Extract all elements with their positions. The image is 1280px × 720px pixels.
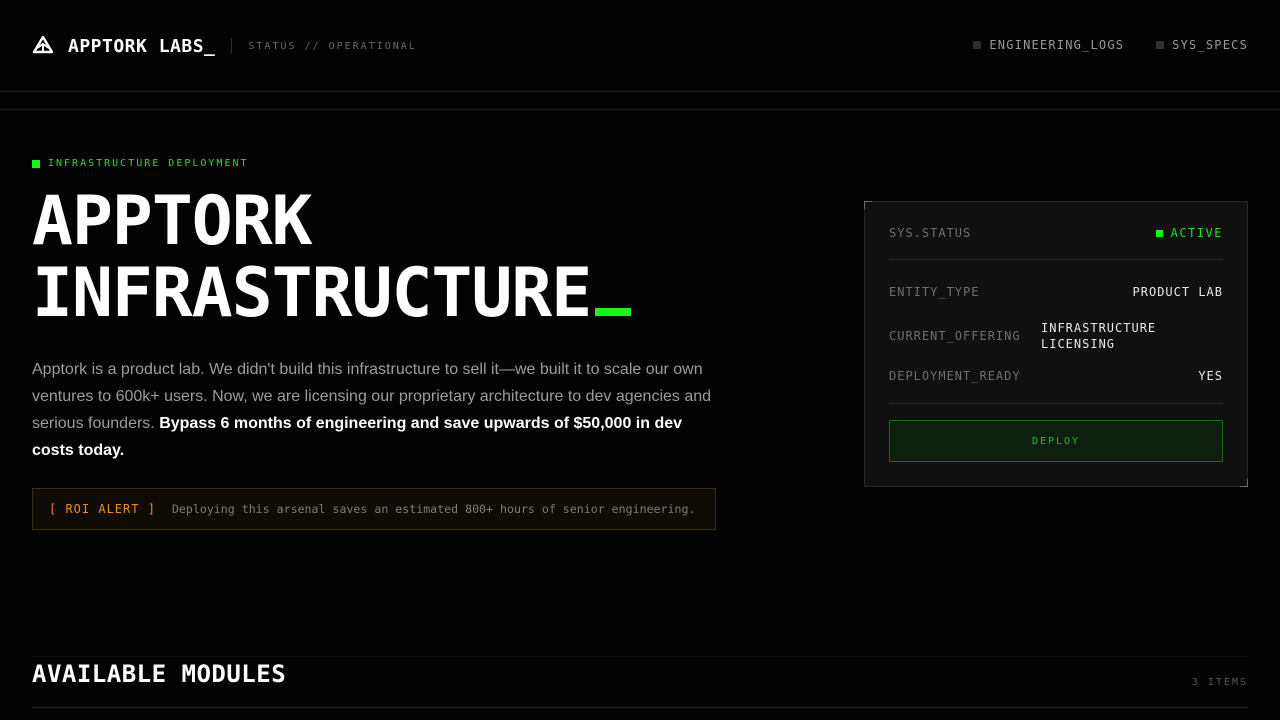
roi-alert: [ ROI ALERT ] Deploying this arsenal sav… (32, 488, 716, 530)
top-nav: APPTORK LABS_ STATUS // OPERATIONAL ENGI… (0, 0, 1280, 92)
row-value: INFRASTRUCTURE LICENSING (1041, 321, 1157, 351)
brand[interactable]: APPTORK LABS_ STATUS // OPERATIONAL (32, 34, 417, 58)
panel-row: ENTITY_TYPE PRODUCT LAB (889, 280, 1223, 304)
panel-header: SYS.STATUS ACTIVE (889, 226, 1223, 260)
green-square-icon (1155, 229, 1163, 237)
roi-alert-tag: [ ROI ALERT ] (49, 502, 156, 516)
status-key: SYS.STATUS (889, 226, 972, 240)
nav-link-engineering-logs[interactable]: ENGINEERING_LOGS (973, 38, 1124, 52)
hero-eyebrow: INFRASTRUCTURE DEPLOYMENT (32, 158, 249, 169)
apptork-logo-icon (32, 35, 54, 54)
square-bullet-icon (973, 41, 982, 49)
eyebrow-label: INFRASTRUCTURE DEPLOYMENT (48, 158, 249, 169)
nav-link-sys-specs[interactable]: SYS_SPECS (1156, 38, 1248, 52)
row-value: PRODUCT LAB (1132, 285, 1223, 299)
system-status-text: STATUS // OPERATIONAL (248, 40, 417, 52)
status-value: ACTIVE (1170, 226, 1223, 240)
status-badge: ACTIVE (1155, 226, 1223, 240)
panel-row: CURRENT_OFFERING INFRASTRUCTURE LICENSIN… (889, 320, 1223, 352)
nav-links: ENGINEERING_LOGS SYS_SPECS (941, 38, 1248, 52)
hero-title-line-2: INFRASTRUCTURE (32, 254, 592, 333)
cursor-block-icon (595, 308, 632, 316)
hero-description: Apptork is a product lab. We didn't buil… (32, 356, 712, 464)
modules-count: 3 ITEMS (1191, 677, 1248, 688)
modules-section-title: AVAILABLE MODULES (32, 660, 287, 688)
brand-divider (231, 38, 233, 54)
panel-row: DEPLOYMENT_READY YES (889, 364, 1223, 388)
brand-name: APPTORK LABS_ (68, 35, 216, 57)
nav-link-label: SYS_SPECS (1172, 38, 1248, 52)
nav-link-label: ENGINEERING_LOGS (989, 38, 1125, 52)
row-key: DEPLOYMENT_READY (889, 369, 1021, 383)
roi-alert-text: Deploying this arsenal saves an estimate… (171, 502, 696, 516)
panel-corner-accent (1240, 479, 1248, 487)
deploy-button[interactable]: DEPLOY (889, 420, 1223, 462)
panel-corner-accent (864, 201, 872, 209)
system-status-panel: SYS.STATUS ACTIVE ENTITY_TYPE PRODUCT LA… (864, 201, 1248, 487)
hero-title-line-1: APPTORK (32, 182, 313, 261)
section-divider (32, 656, 1248, 657)
row-key: CURRENT_OFFERING (889, 329, 1021, 343)
panel-rows: ENTITY_TYPE PRODUCT LAB CURRENT_OFFERING… (889, 280, 1223, 388)
modules-divider (32, 707, 1248, 708)
square-bullet-icon (1156, 41, 1165, 49)
row-key: ENTITY_TYPE (889, 285, 980, 299)
green-square-icon (32, 159, 40, 168)
hero-title: APPTORK INFRASTRUCTURE (32, 186, 792, 330)
panel-divider (889, 403, 1223, 404)
row-value: YES (1198, 369, 1223, 383)
header-divider (0, 109, 1280, 110)
